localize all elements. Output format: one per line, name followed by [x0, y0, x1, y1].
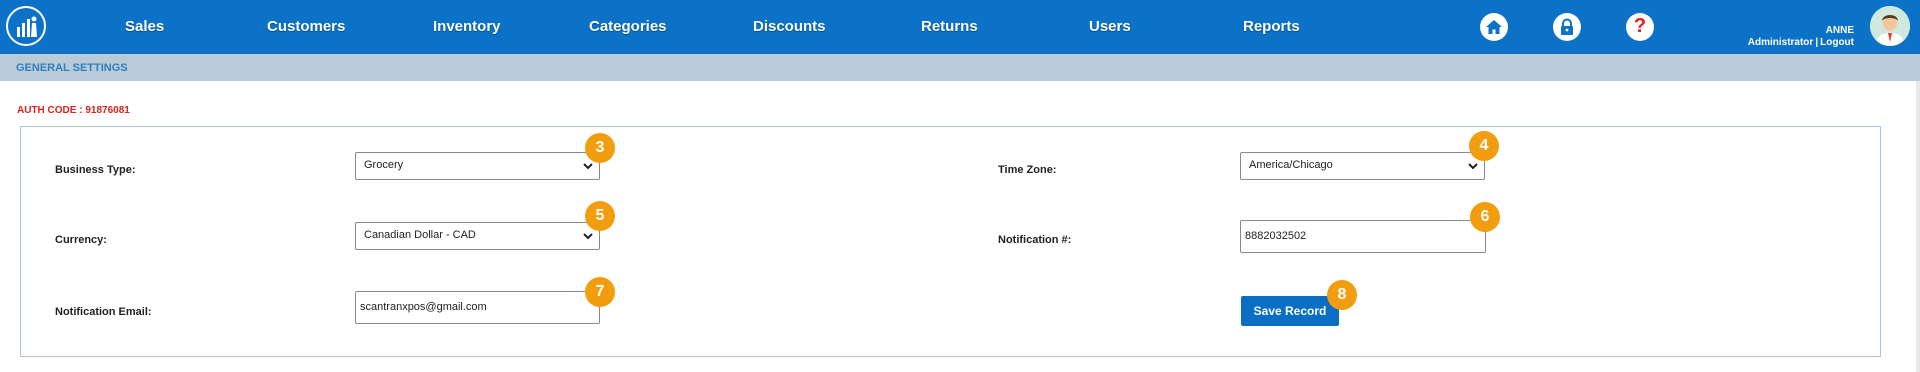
notification-number-field[interactable]: 8882032502: [1240, 220, 1486, 253]
user-info: ANNE Administrator | Logout: [1748, 25, 1854, 49]
logout-link[interactable]: Logout: [1820, 37, 1854, 48]
callout-badge: 8: [1327, 280, 1357, 310]
page-title: GENERAL SETTINGS: [16, 62, 128, 74]
business-type-select[interactable]: Grocery: [355, 152, 600, 180]
nav-item-inventory[interactable]: Inventory: [433, 18, 501, 35]
user-name: ANNE: [1825, 25, 1854, 36]
nav-right-edge: [1916, 0, 1920, 54]
page-subheader: GENERAL SETTINGS: [0, 54, 1920, 81]
currency-value: Canadian Dollar - CAD: [364, 229, 476, 241]
callout-badge: 7: [585, 277, 615, 307]
callout-badge: 3: [585, 133, 615, 163]
chevron-down-icon: [583, 233, 593, 240]
top-nav-bar: Sales Customers Inventory Categories Dis…: [0, 0, 1920, 54]
business-type-value: Grocery: [364, 159, 404, 171]
callout-badge: 4: [1469, 131, 1499, 161]
save-record-button[interactable]: Save Record: [1241, 296, 1339, 326]
nav-item-users[interactable]: Users: [1089, 18, 1131, 35]
settings-form: [20, 126, 1881, 357]
user-separator: |: [1815, 37, 1819, 48]
time-zone-select[interactable]: America/Chicago: [1240, 152, 1485, 180]
nav-item-sales[interactable]: Sales: [125, 18, 164, 35]
callout-badge: 6: [1470, 202, 1500, 232]
home-icon[interactable]: [1480, 13, 1508, 41]
callout-badge: 5: [585, 201, 615, 231]
help-icon[interactable]: ?: [1626, 13, 1654, 41]
nav-item-customers[interactable]: Customers: [267, 18, 345, 35]
currency-select[interactable]: Canadian Dollar - CAD: [355, 222, 600, 250]
notification-email-field[interactable]: scantranxpos@gmail.com: [355, 291, 600, 324]
app-logo-icon[interactable]: [6, 6, 46, 46]
time-zone-label: Time Zone:: [998, 164, 1057, 176]
nav-item-discounts[interactable]: Discounts: [753, 18, 826, 35]
time-zone-value: America/Chicago: [1249, 159, 1333, 171]
business-type-label: Business Type:: [55, 164, 136, 176]
user-role: Administrator: [1747, 37, 1814, 48]
notification-number-label: Notification #:: [998, 234, 1072, 246]
vertical-scrollbar[interactable]: [1916, 81, 1920, 372]
nav-item-reports[interactable]: Reports: [1243, 18, 1300, 35]
chevron-down-icon: [583, 163, 593, 170]
notification-email-label: Notification Email:: [55, 306, 152, 318]
lock-icon[interactable]: [1553, 13, 1581, 41]
nav-item-categories[interactable]: Categories: [589, 18, 667, 35]
chevron-down-icon: [1468, 163, 1478, 170]
auth-code: AUTH CODE : 91876081: [17, 105, 130, 116]
avatar[interactable]: [1870, 6, 1910, 46]
nav-item-returns[interactable]: Returns: [921, 18, 978, 35]
help-question-glyph: ?: [1633, 15, 1647, 37]
currency-label: Currency:: [55, 234, 107, 246]
